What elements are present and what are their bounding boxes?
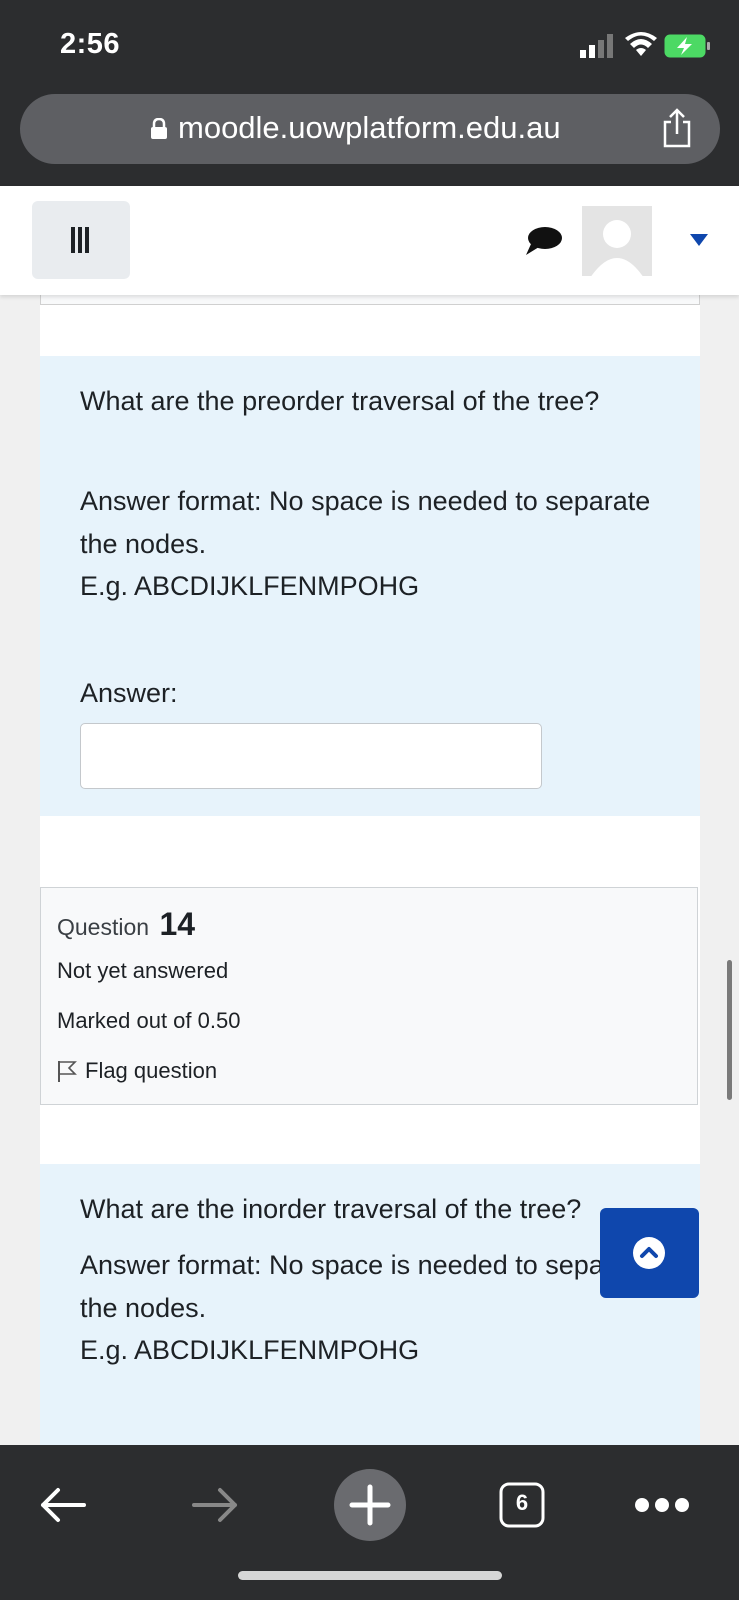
question-13-text: What are the preorder traversal of the t… [80, 386, 600, 416]
question-14-answer-format: Answer format: No space is needed to sep… [80, 1250, 651, 1323]
more-options-icon[interactable] [634, 1497, 690, 1513]
flag-icon [58, 1061, 77, 1082]
question-13-formulation: What are the preorder traversal of the t… [40, 356, 700, 816]
url-text: moodle.uowplatform.edu.au [178, 110, 561, 145]
question-13-example: E.g. ABCDIJKLFENMPOHG [80, 571, 420, 601]
user-avatar[interactable] [582, 206, 652, 276]
question-14-example: E.g. ABCDIJKLFENMPOHG [80, 1335, 420, 1365]
forward-arrow-icon[interactable] [190, 1485, 240, 1525]
question-grade: Marked out of 0.50 [57, 1008, 241, 1033]
hamburger-icon [71, 227, 89, 253]
moodle-navbar [0, 186, 739, 295]
menu-toggle-button[interactable] [32, 201, 130, 279]
page-scrollbar[interactable] [727, 960, 732, 1100]
address-bar[interactable]: moodle.uowplatform.edu.au [20, 94, 720, 164]
default-user-icon [582, 206, 652, 276]
previous-question-info [40, 295, 700, 305]
answer-label: Answer: [80, 678, 178, 708]
question-14-info: Question 14 Not yet answered Marked out … [40, 887, 698, 1105]
back-arrow-icon[interactable] [38, 1485, 88, 1525]
cellular-signal-icon [580, 34, 613, 58]
flag-question-toggle[interactable]: Flag question [57, 1058, 217, 1084]
wifi-icon [625, 32, 657, 56]
question-14-formulation: What are the inorder traversal of the tr… [40, 1164, 700, 1445]
question-number-value: 14 [159, 906, 196, 942]
battery-charging-icon [664, 34, 710, 58]
share-icon[interactable] [660, 108, 694, 148]
status-time: 2:56 [60, 28, 121, 60]
browser-toolbar: 6 [0, 1445, 739, 1600]
new-tab-icon[interactable] [334, 1469, 406, 1541]
tabs-button[interactable]: 6 [499, 1482, 545, 1528]
answer-input[interactable] [80, 723, 542, 789]
question-13-answer-format: Answer format: No space is needed to sep… [80, 486, 651, 559]
question-label: Question [57, 914, 150, 940]
question-number: Question 14 [57, 906, 195, 943]
browser-address-area: moodle.uowplatform.edu.au [0, 92, 739, 186]
back-to-top-button[interactable] [600, 1208, 699, 1298]
home-indicator[interactable] [238, 1571, 502, 1580]
question-state: Not yet answered [57, 958, 229, 983]
chevron-up-circle-icon [633, 1237, 665, 1269]
status-bar: 2:56 [0, 0, 739, 92]
flag-question-label: Flag question [85, 1058, 218, 1083]
message-icon[interactable] [525, 226, 563, 256]
lock-icon [151, 118, 167, 139]
tab-count: 6 [515, 1490, 529, 1515]
user-menu-caret-icon[interactable] [690, 234, 708, 246]
